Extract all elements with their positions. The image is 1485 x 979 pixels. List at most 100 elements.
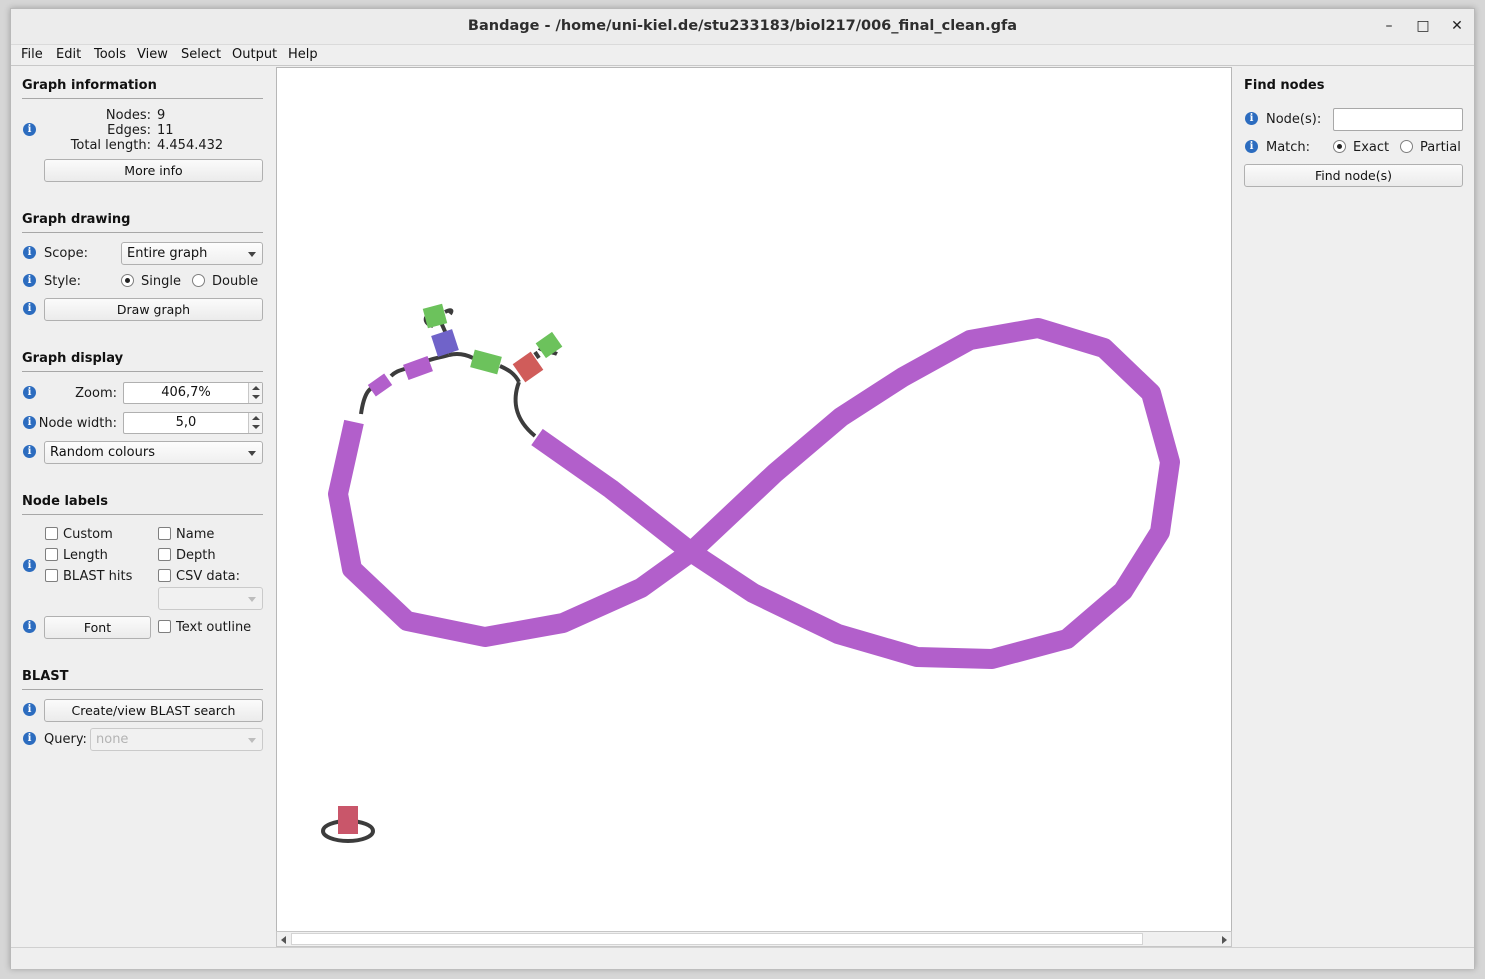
- custom-label[interactable]: Custom: [63, 527, 113, 542]
- scroll-right-icon[interactable]: [1222, 936, 1227, 944]
- match-partial-radio[interactable]: [1400, 140, 1413, 153]
- graph-drawing-title: Graph drawing: [22, 212, 131, 227]
- arrow-down-icon[interactable]: [252, 425, 260, 429]
- info-icon[interactable]: i: [1245, 140, 1258, 153]
- info-icon[interactable]: i: [23, 386, 36, 399]
- csv-data-checkbox[interactable]: [158, 569, 171, 582]
- depth-label[interactable]: Depth: [176, 548, 216, 563]
- total-length-value: 4.454.432: [157, 138, 224, 153]
- menu-edit[interactable]: Edit: [56, 47, 81, 62]
- length-checkbox[interactable]: [45, 548, 58, 561]
- menu-output[interactable]: Output: [232, 47, 277, 62]
- status-bar: [11, 947, 1474, 969]
- arrow-up-icon[interactable]: [252, 386, 260, 390]
- colour-scheme-select[interactable]: Random colours: [44, 441, 263, 464]
- blast-hits-checkbox[interactable]: [45, 569, 58, 582]
- main-contig-node[interactable]: [328, 318, 1180, 669]
- info-icon[interactable]: i: [23, 620, 36, 633]
- graph-node[interactable]: [535, 331, 563, 359]
- arrow-up-icon[interactable]: [252, 416, 260, 420]
- spin-buttons[interactable]: [248, 413, 262, 433]
- divider: [22, 232, 263, 233]
- info-icon[interactable]: i: [23, 246, 36, 259]
- graph-view[interactable]: [277, 68, 1233, 932]
- scrollbar-thumb[interactable]: [291, 933, 1143, 945]
- blast-hits-label[interactable]: BLAST hits: [63, 569, 132, 584]
- divider: [22, 98, 263, 99]
- zoom-spinbox[interactable]: 406,7%: [123, 382, 263, 404]
- menu-help[interactable]: Help: [288, 47, 318, 62]
- graph-edge[interactable]: [533, 350, 541, 360]
- graph-edge[interactable]: [448, 352, 474, 360]
- style-single-label[interactable]: Single: [141, 274, 181, 289]
- graph-node[interactable]: [338, 806, 358, 834]
- node-width-spinbox[interactable]: 5,0: [123, 412, 263, 434]
- menu-file[interactable]: File: [21, 47, 43, 62]
- graph-edge[interactable]: [389, 366, 408, 378]
- close-button[interactable]: ✕: [1448, 17, 1466, 35]
- info-icon[interactable]: i: [1245, 112, 1258, 125]
- graph-node[interactable]: [367, 373, 393, 397]
- node-width-value: 5,0: [175, 415, 197, 430]
- arrow-down-icon[interactable]: [252, 395, 260, 399]
- chevron-down-icon: [248, 738, 256, 743]
- info-icon[interactable]: i: [23, 559, 36, 572]
- graph-edge[interactable]: [444, 308, 454, 316]
- graph-node[interactable]: [403, 356, 433, 380]
- info-icon[interactable]: i: [23, 703, 36, 716]
- depth-checkbox[interactable]: [158, 548, 171, 561]
- graph-node[interactable]: [470, 349, 502, 375]
- create-view-blast-button[interactable]: Create/view BLAST search: [44, 699, 263, 722]
- info-icon[interactable]: i: [23, 445, 36, 458]
- draw-graph-button[interactable]: Draw graph: [44, 298, 263, 321]
- find-nodes-button[interactable]: Find node(s): [1244, 164, 1463, 187]
- name-checkbox[interactable]: [158, 527, 171, 540]
- csv-data-select: [158, 587, 263, 610]
- match-exact-radio[interactable]: [1333, 140, 1346, 153]
- menu-view[interactable]: View: [137, 47, 168, 62]
- find-nodes-title: Find nodes: [1244, 78, 1325, 93]
- minimize-button[interactable]: –: [1380, 17, 1398, 35]
- node-search-input[interactable]: [1333, 108, 1463, 131]
- name-label[interactable]: Name: [176, 527, 214, 542]
- info-icon[interactable]: i: [23, 274, 36, 287]
- info-icon[interactable]: i: [23, 123, 36, 136]
- text-outline-label[interactable]: Text outline: [176, 620, 251, 635]
- length-label[interactable]: Length: [63, 548, 108, 563]
- blast-title: BLAST: [22, 669, 69, 684]
- right-panel: Find nodes i Node(s): i Match: Exact Par…: [1233, 67, 1476, 947]
- edges-value: 11: [157, 123, 174, 138]
- style-single-radio[interactable]: [121, 274, 134, 287]
- nodes-label: Nodes:: [105, 108, 151, 123]
- csv-data-label[interactable]: CSV data:: [176, 569, 240, 584]
- info-icon[interactable]: i: [23, 302, 36, 315]
- style-double-label[interactable]: Double: [212, 274, 258, 289]
- style-double-radio[interactable]: [192, 274, 205, 287]
- menu-tools[interactable]: Tools: [94, 47, 126, 62]
- spin-buttons[interactable]: [248, 383, 262, 403]
- menu-select[interactable]: Select: [181, 47, 221, 62]
- main-window: Bandage - /home/uni-kiel.de/stu233183/bi…: [10, 8, 1475, 969]
- custom-checkbox[interactable]: [45, 527, 58, 540]
- graph-canvas[interactable]: [276, 67, 1232, 947]
- graph-edge[interactable]: [513, 381, 537, 438]
- graph-information-title: Graph information: [22, 78, 157, 93]
- match-exact-label[interactable]: Exact: [1353, 140, 1389, 155]
- total-length-label: Total length:: [70, 138, 151, 153]
- font-button[interactable]: Font: [44, 616, 151, 639]
- divider: [22, 689, 263, 690]
- scope-label: Scope:: [44, 246, 88, 261]
- scroll-left-icon[interactable]: [281, 936, 286, 944]
- maximize-button[interactable]: □: [1414, 17, 1432, 35]
- match-partial-label[interactable]: Partial: [1420, 140, 1461, 155]
- scope-select[interactable]: Entire graph: [121, 242, 263, 265]
- text-outline-checkbox[interactable]: [158, 620, 171, 633]
- left-panel: Graph information i Nodes: 9 Edges: 11 T…: [11, 67, 275, 947]
- chevron-down-icon: [248, 451, 256, 456]
- horizontal-scrollbar[interactable]: [276, 931, 1232, 947]
- more-info-button[interactable]: More info: [44, 159, 263, 182]
- info-icon[interactable]: i: [23, 732, 36, 745]
- query-value: none: [96, 732, 129, 747]
- info-icon[interactable]: i: [23, 416, 36, 429]
- node-width-label: Node width:: [38, 416, 117, 431]
